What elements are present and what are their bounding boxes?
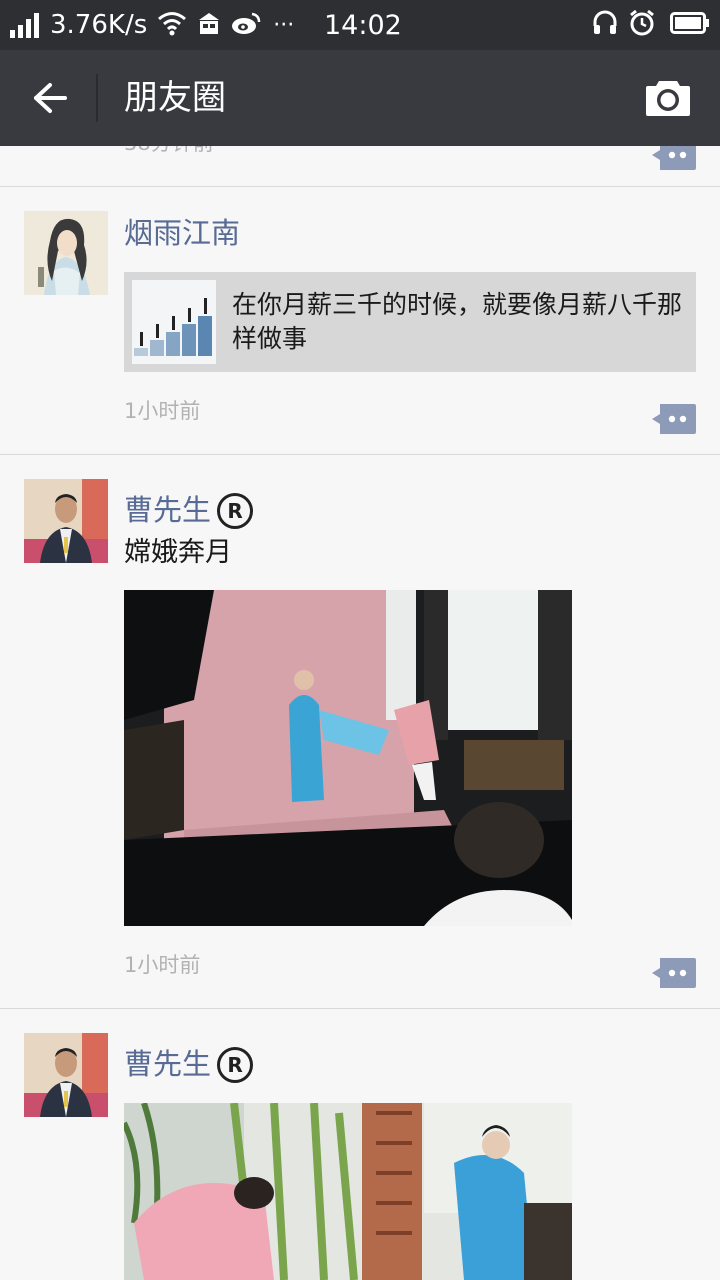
status-left: 3.76K/s ··· xyxy=(10,0,294,50)
net-speed: 3.76K/s xyxy=(50,10,148,40)
registered-badge-icon: R xyxy=(217,493,254,529)
post-divider xyxy=(0,186,720,187)
signal-icon xyxy=(10,12,42,38)
back-button[interactable] xyxy=(22,70,78,126)
status-right xyxy=(582,0,710,50)
photo-image xyxy=(124,1103,572,1280)
avatar[interactable] xyxy=(24,1033,108,1117)
avatar-image xyxy=(24,211,108,295)
comment-icon xyxy=(652,958,696,988)
post-author[interactable]: 烟雨江南 xyxy=(124,213,240,253)
page-title: 朋友圈 xyxy=(124,78,226,118)
post-divider xyxy=(0,1008,720,1009)
timestamp: 1小时前 xyxy=(124,953,201,977)
link-thumbnail xyxy=(132,280,216,364)
comment-button[interactable] xyxy=(650,404,696,434)
post-text: 嫦娥奔月 xyxy=(124,537,232,568)
comment-button[interactable] xyxy=(650,958,696,988)
weibo-icon xyxy=(231,11,261,39)
shared-link-card[interactable]: 在你月薪三千的时候，就要像月薪八千那样做事 xyxy=(124,272,696,372)
store-icon xyxy=(197,11,221,39)
comment-button[interactable] xyxy=(650,146,696,170)
camera-button[interactable] xyxy=(640,72,696,124)
avatar-image xyxy=(24,479,108,563)
clock: 14:02 xyxy=(324,9,402,41)
author-name: 曹先生 xyxy=(124,493,212,527)
post-photo[interactable] xyxy=(124,590,572,926)
title-divider xyxy=(96,74,98,122)
registered-badge-icon: R xyxy=(217,1047,254,1083)
avatar[interactable] xyxy=(24,479,108,563)
link-title: 在你月薪三千的时候，就要像月薪八千那样做事 xyxy=(232,290,683,353)
post-author[interactable]: 曹先生 R xyxy=(124,1044,254,1084)
avatar-image xyxy=(24,1033,108,1117)
status-bar: 3.76K/s ··· 14:02 xyxy=(0,0,720,50)
avatar[interactable] xyxy=(24,211,108,295)
post-divider xyxy=(0,454,720,455)
timestamp: 38分钟前 xyxy=(124,146,214,158)
title-bar: 朋友圈 xyxy=(0,50,720,146)
wifi-icon xyxy=(157,10,187,40)
alarm-icon xyxy=(628,9,656,41)
comment-icon xyxy=(652,146,696,170)
post-photo[interactable] xyxy=(124,1103,572,1280)
headset-icon xyxy=(592,10,618,40)
photo-image xyxy=(124,590,572,926)
timestamp: 1小时前 xyxy=(124,399,201,423)
camera-icon xyxy=(646,81,690,116)
more-notifications-icon: ··· xyxy=(273,12,295,38)
back-arrow-icon xyxy=(34,83,67,113)
moments-feed[interactable]: 38分钟前 烟雨江南 xyxy=(0,146,720,1280)
author-name: 曹先生 xyxy=(124,1047,212,1081)
post-author[interactable]: 曹先生 R xyxy=(124,490,254,530)
comment-icon xyxy=(652,404,696,434)
battery-icon xyxy=(670,11,710,39)
